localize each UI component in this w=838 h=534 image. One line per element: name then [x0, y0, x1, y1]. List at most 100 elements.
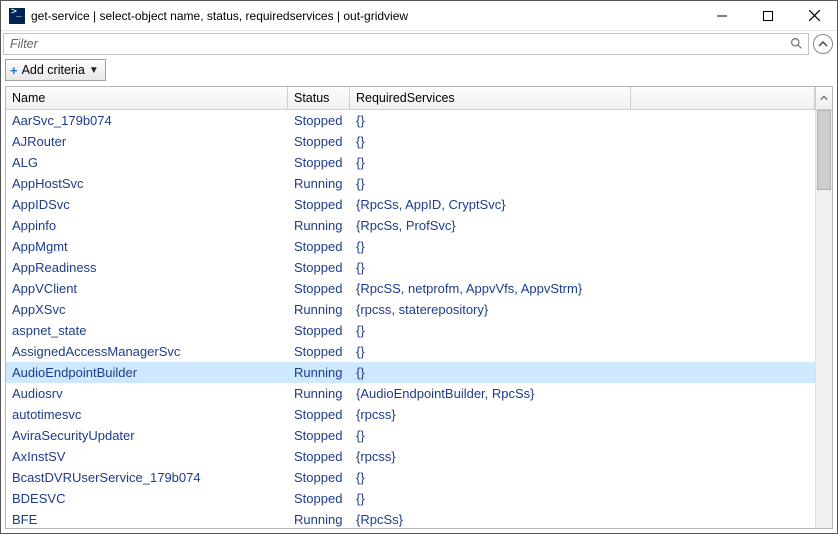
table-row[interactable]: AJRouterStopped{} [6, 131, 815, 152]
cell-status: Running [288, 512, 350, 527]
cell-name: autotimesvc [6, 407, 288, 422]
filter-bar [1, 31, 837, 57]
cell-status: Stopped [288, 323, 350, 338]
cell-name: AudioEndpointBuilder [6, 365, 288, 380]
window-controls [699, 1, 837, 30]
close-button[interactable] [791, 1, 837, 30]
grid-rows: AarSvc_179b074Stopped{}AJRouterStopped{}… [6, 110, 815, 528]
cell-name: AppVClient [6, 281, 288, 296]
cell-requiredservices: {rpcss} [350, 407, 631, 422]
grid: Name Status RequiredServices AarSvc_179b… [5, 86, 833, 529]
column-header-spacer[interactable] [631, 87, 815, 109]
plus-icon: + [10, 63, 18, 78]
table-row[interactable]: AxInstSVStopped{rpcss} [6, 446, 815, 467]
cell-name: AviraSecurityUpdater [6, 428, 288, 443]
table-row[interactable]: AppIDSvcStopped{RpcSs, AppID, CryptSvc} [6, 194, 815, 215]
window-title: get-service | select-object name, status… [31, 9, 699, 23]
cell-name: AarSvc_179b074 [6, 113, 288, 128]
cell-status: Stopped [288, 197, 350, 212]
table-row[interactable]: BcastDVRUserService_179b074Stopped{} [6, 467, 815, 488]
minimize-button[interactable] [699, 1, 745, 30]
cell-requiredservices: {} [350, 365, 631, 380]
cell-status: Stopped [288, 113, 350, 128]
table-row[interactable]: AppMgmtStopped{} [6, 236, 815, 257]
cell-name: AssignedAccessManagerSvc [6, 344, 288, 359]
cell-requiredservices: {rpcss, staterepository} [350, 302, 631, 317]
cell-name: AppIDSvc [6, 197, 288, 212]
cell-status: Running [288, 386, 350, 401]
cell-requiredservices: {RpcSs} [350, 512, 631, 527]
cell-requiredservices: {rpcss} [350, 449, 631, 464]
scrollbar-thumb[interactable] [817, 110, 831, 190]
cell-requiredservices: {RpcSs, AppID, CryptSvc} [350, 197, 631, 212]
cell-requiredservices: {} [350, 260, 631, 275]
chevron-down-icon: ▼ [89, 65, 99, 76]
cell-requiredservices: {RpcSS, netprofm, AppvVfs, AppvStrm} [350, 281, 631, 296]
cell-status: Stopped [288, 428, 350, 443]
cell-status: Stopped [288, 491, 350, 506]
table-row[interactable]: BFERunning{RpcSs} [6, 509, 815, 528]
cell-name: Audiosrv [6, 386, 288, 401]
expand-filter-button[interactable] [813, 34, 833, 54]
powershell-icon [9, 8, 25, 24]
cell-name: BDESVC [6, 491, 288, 506]
maximize-button[interactable] [745, 1, 791, 30]
cell-name: AppMgmt [6, 239, 288, 254]
add-criteria-button[interactable]: + Add criteria ▼ [5, 59, 106, 81]
table-row[interactable]: BDESVCStopped{} [6, 488, 815, 509]
scroll-up-button[interactable] [815, 87, 832, 109]
cell-name: AppReadiness [6, 260, 288, 275]
cell-status: Running [288, 302, 350, 317]
table-row[interactable]: AudiosrvRunning{AudioEndpointBuilder, Rp… [6, 383, 815, 404]
grid-header: Name Status RequiredServices [6, 87, 832, 110]
cell-name: BFE [6, 512, 288, 527]
cell-status: Running [288, 365, 350, 380]
filter-input[interactable] [8, 36, 790, 52]
table-row[interactable]: aspnet_stateStopped{} [6, 320, 815, 341]
cell-requiredservices: {} [350, 176, 631, 191]
vertical-scrollbar[interactable] [815, 110, 832, 528]
add-criteria-label: Add criteria [22, 63, 85, 77]
gridview-window: get-service | select-object name, status… [0, 0, 838, 534]
cell-name: AxInstSV [6, 449, 288, 464]
table-row[interactable]: AviraSecurityUpdaterStopped{} [6, 425, 815, 446]
cell-status: Running [288, 176, 350, 191]
cell-requiredservices: {} [350, 470, 631, 485]
table-row[interactable]: AppXSvcRunning{rpcss, staterepository} [6, 299, 815, 320]
table-row[interactable]: AppReadinessStopped{} [6, 257, 815, 278]
table-row[interactable]: AppHostSvcRunning{} [6, 173, 815, 194]
cell-status: Stopped [288, 344, 350, 359]
filter-input-wrap [3, 33, 809, 55]
cell-name: BcastDVRUserService_179b074 [6, 470, 288, 485]
cell-requiredservices: {RpcSs, ProfSvc} [350, 218, 631, 233]
column-header-status[interactable]: Status [288, 87, 350, 109]
cell-status: Stopped [288, 134, 350, 149]
titlebar: get-service | select-object name, status… [1, 1, 837, 31]
cell-requiredservices: {} [350, 344, 631, 359]
cell-requiredservices: {} [350, 155, 631, 170]
cell-name: aspnet_state [6, 323, 288, 338]
table-row[interactable]: AppVClientStopped{RpcSS, netprofm, AppvV… [6, 278, 815, 299]
table-row[interactable]: AarSvc_179b074Stopped{} [6, 110, 815, 131]
table-row[interactable]: autotimesvcStopped{rpcss} [6, 404, 815, 425]
criteria-bar: + Add criteria ▼ [1, 57, 837, 84]
cell-name: AppXSvc [6, 302, 288, 317]
cell-requiredservices: {} [350, 491, 631, 506]
column-header-name[interactable]: Name [6, 87, 288, 109]
cell-name: AppHostSvc [6, 176, 288, 191]
column-header-requiredservices[interactable]: RequiredServices [350, 87, 631, 109]
cell-status: Stopped [288, 155, 350, 170]
cell-status: Stopped [288, 407, 350, 422]
table-row[interactable]: AssignedAccessManagerSvcStopped{} [6, 341, 815, 362]
cell-status: Stopped [288, 281, 350, 296]
table-row[interactable]: AudioEndpointBuilderRunning{} [6, 362, 815, 383]
cell-requiredservices: {AudioEndpointBuilder, RpcSs} [350, 386, 631, 401]
table-row[interactable]: ALGStopped{} [6, 152, 815, 173]
table-row[interactable]: AppinfoRunning{RpcSs, ProfSvc} [6, 215, 815, 236]
cell-status: Stopped [288, 239, 350, 254]
cell-status: Stopped [288, 449, 350, 464]
grid-body: AarSvc_179b074Stopped{}AJRouterStopped{}… [6, 110, 832, 528]
cell-status: Stopped [288, 470, 350, 485]
cell-requiredservices: {} [350, 428, 631, 443]
search-icon [790, 37, 804, 51]
